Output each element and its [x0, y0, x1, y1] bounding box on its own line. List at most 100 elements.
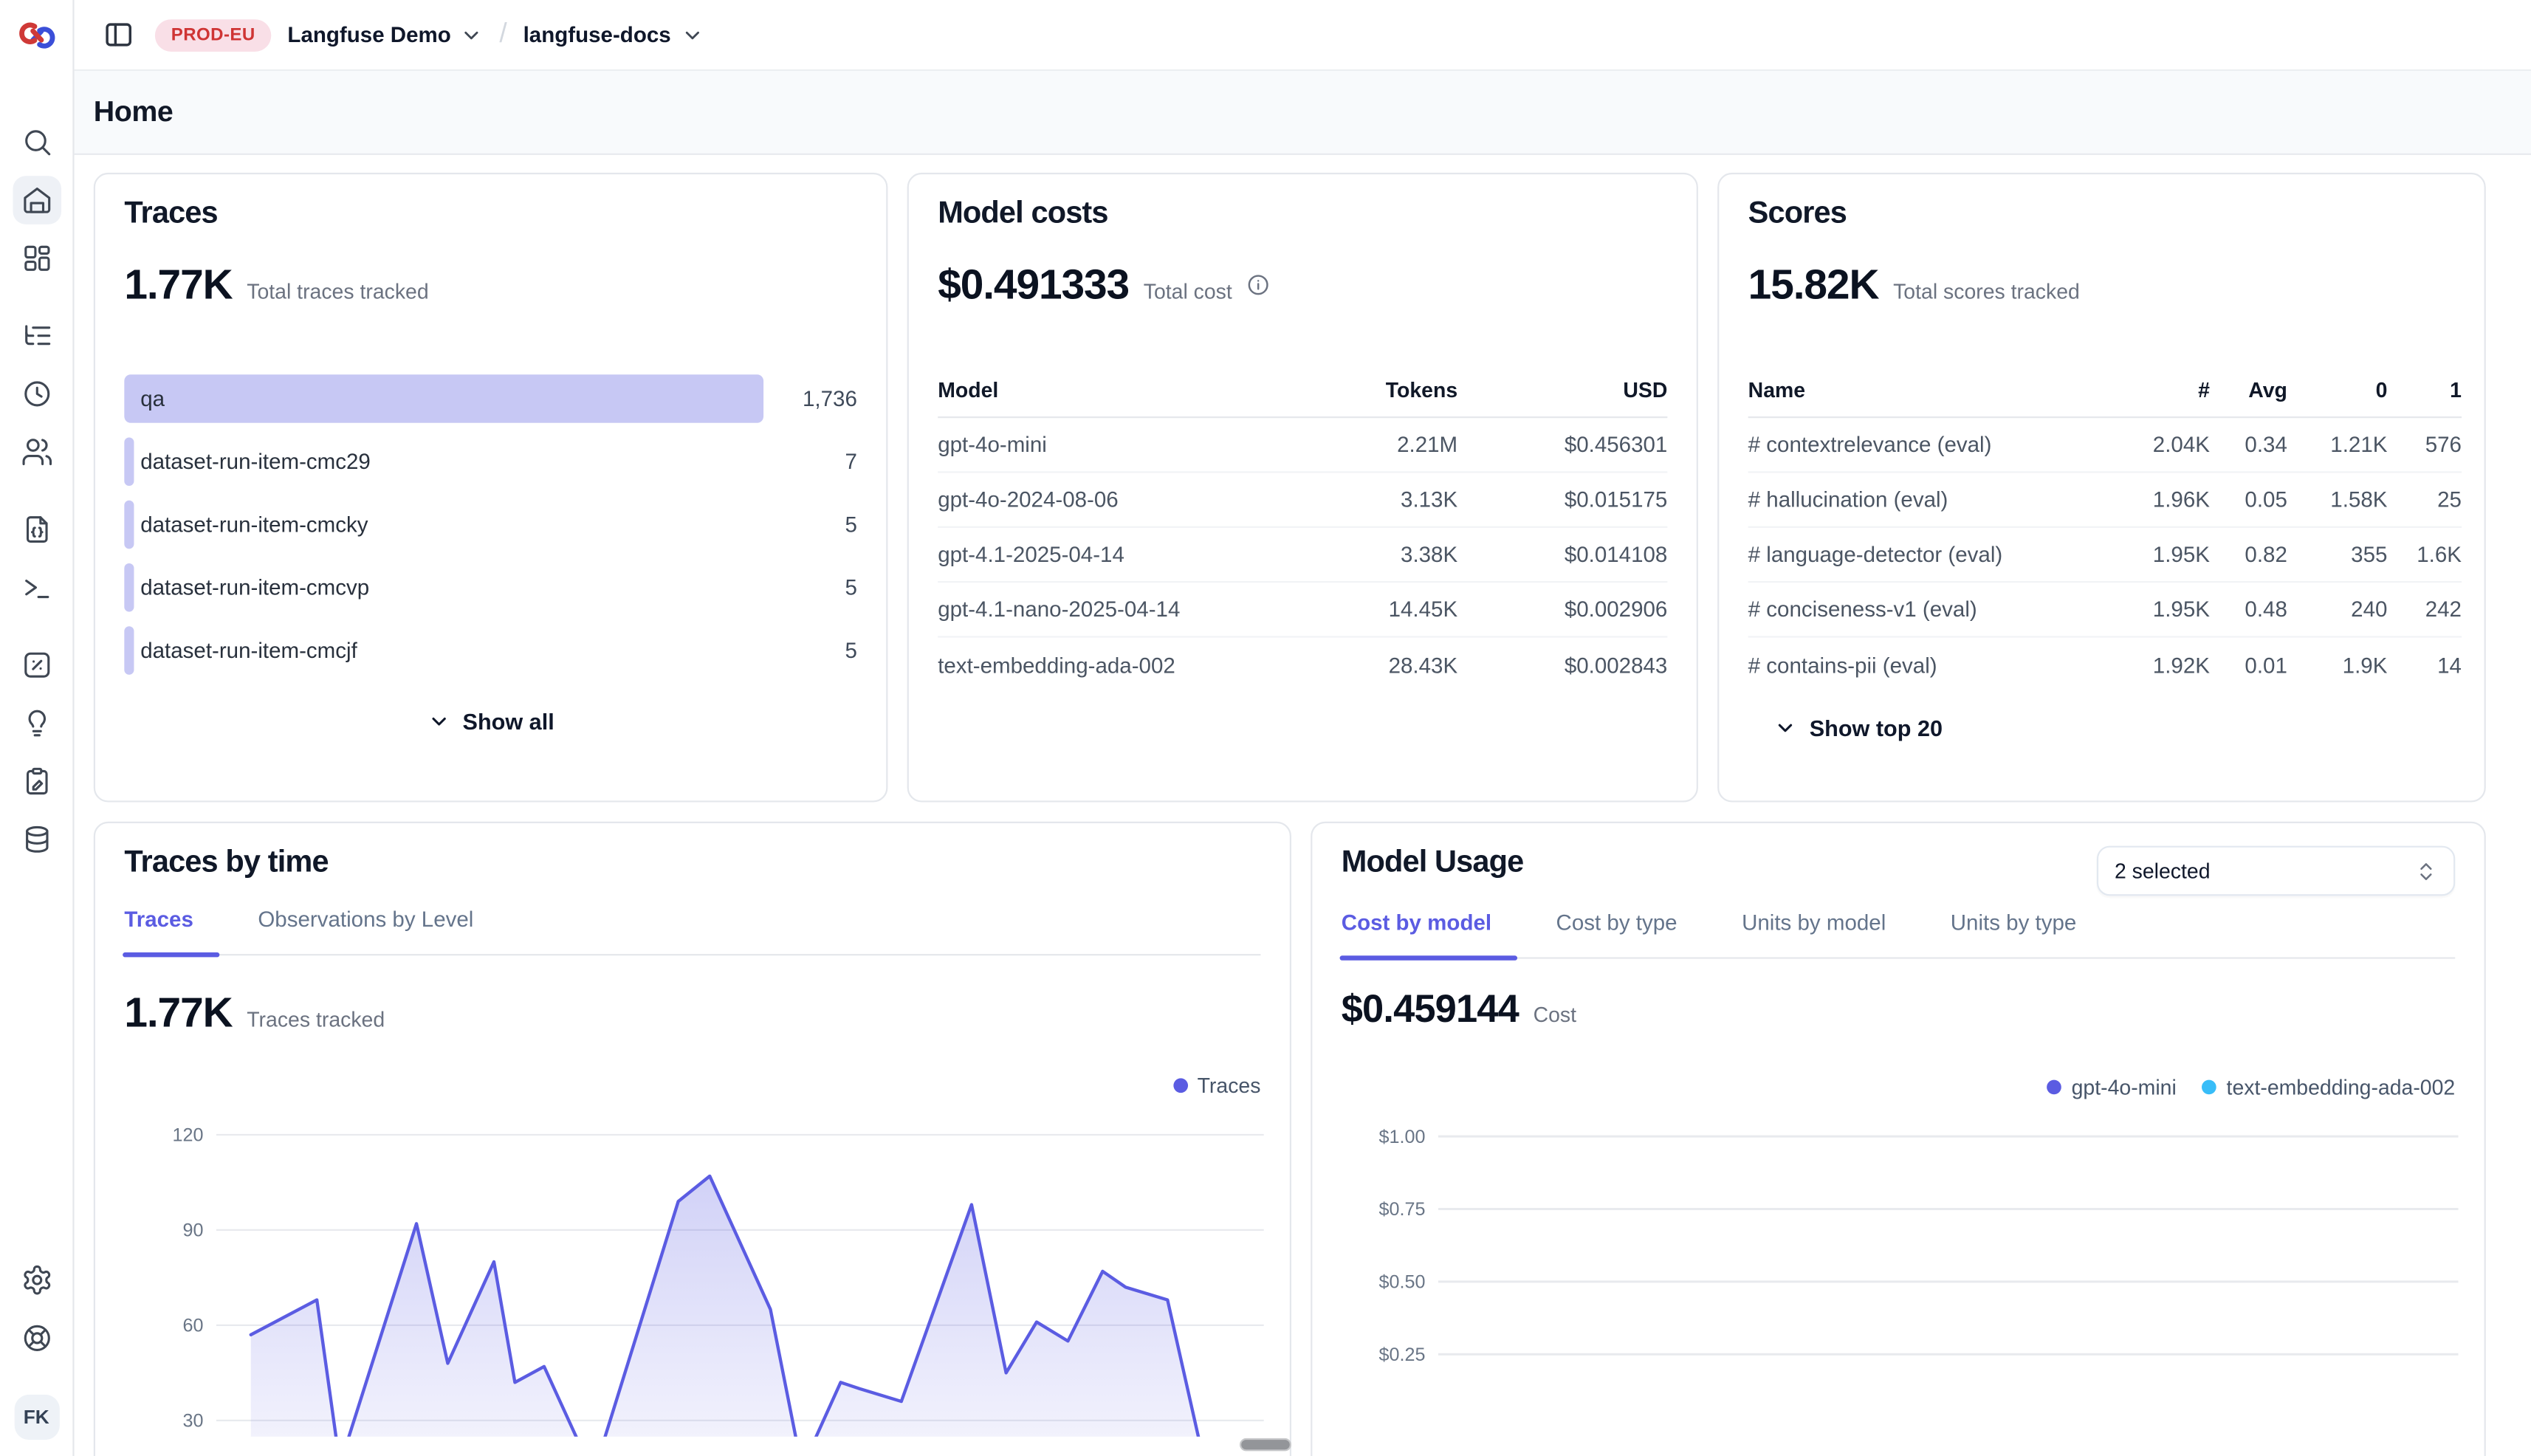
trace-name: dataset-run-item-cmcvp: [140, 575, 369, 600]
project-switcher[interactable]: langfuse-docs: [523, 23, 704, 47]
langfuse-logo[interactable]: [0, 0, 72, 71]
svg-text:60: 60: [183, 1316, 204, 1336]
table-row[interactable]: gpt-4o-2024-08-063.13K$0.015175: [938, 473, 1667, 528]
sidebar-item-support[interactable]: [12, 1314, 61, 1363]
model-select[interactable]: 2 selected: [2097, 846, 2455, 896]
show-all-button[interactable]: Show all: [124, 709, 857, 735]
langfuse-dashboard: FK PROD-EU Langfuse Demo / langfuse-docs…: [0, 0, 2531, 1456]
legend-label: Traces: [1198, 1074, 1261, 1098]
dashboard-content: Traces 1.77K Total traces tracked qa1,73…: [75, 155, 2531, 1456]
tab-cost-by-type[interactable]: Cost by type: [1556, 910, 1677, 957]
sidebar-item-annotation[interactable]: [12, 699, 61, 748]
clipboard-pen-icon: [20, 765, 52, 797]
tab-units-by-model[interactable]: Units by model: [1742, 910, 1886, 957]
trace-count: 1,736: [803, 387, 857, 411]
table-cell: # contains-pii (eval): [1748, 653, 2106, 677]
table-row[interactable]: # language-detector (eval)1.95K0.823551.…: [1748, 528, 2462, 583]
legend-item[interactable]: text-embedding-ada-002: [2202, 1075, 2455, 1099]
show-top-20-button[interactable]: Show top 20: [1748, 715, 2462, 741]
legend-dot: [2202, 1080, 2217, 1095]
list-item[interactable]: dataset-run-item-cmcky5: [124, 501, 857, 549]
sidebar-item-evaluation[interactable]: [12, 641, 61, 690]
trace-bar: [124, 626, 134, 675]
list-item[interactable]: qa 1,736: [124, 374, 857, 423]
table-cell: $0.002906: [1457, 597, 1667, 622]
chevron-down-icon: [461, 24, 484, 47]
svg-text:$0.50: $0.50: [1379, 1272, 1426, 1293]
sidebar-item-search[interactable]: [12, 118, 61, 167]
horizontal-scrollbar-thumb[interactable]: [1240, 1438, 1291, 1451]
file-code-icon: [20, 513, 52, 546]
legend-item[interactable]: Traces: [1173, 1074, 1261, 1098]
list-item[interactable]: dataset-run-item-cmc297: [124, 437, 857, 486]
sidebar: FK: [0, 0, 75, 1456]
sidebar-item-playground[interactable]: [12, 563, 61, 612]
breadcrumb-separator: /: [499, 17, 506, 49]
trace-bar-area: [124, 374, 763, 423]
sidebar-item-settings[interactable]: [12, 1256, 61, 1305]
table-cell: 1.9K: [2287, 653, 2388, 677]
panel-left-icon: [103, 19, 134, 50]
table-cell: 25: [2387, 487, 2462, 512]
show-top-20-label: Show top 20: [1810, 715, 1943, 741]
column-header: Model: [938, 378, 1280, 402]
table-cell: 2.21M: [1280, 433, 1457, 457]
sidebar-item-users[interactable]: [12, 427, 61, 476]
sidebar-toggle-button[interactable]: [97, 14, 139, 56]
sidebar-item-prompts[interactable]: [12, 505, 61, 554]
sidebar-item-datasets[interactable]: [12, 757, 61, 806]
usage-chart[interactable]: $1.00$0.75$0.50$0.25: [1342, 1102, 2455, 1388]
table-cell: 0.01: [2210, 653, 2287, 677]
environment-badge[interactable]: PROD-EU: [155, 18, 272, 51]
topbar: PROD-EU Langfuse Demo / langfuse-docs: [75, 0, 2531, 71]
table-cell: 14.45K: [1280, 597, 1457, 622]
column-header: Name: [1748, 378, 2106, 402]
chevron-down-icon: [1774, 717, 1797, 740]
table-cell: $0.014108: [1457, 543, 1667, 567]
traces-chart[interactable]: 120906030: [124, 1101, 1260, 1445]
traces-tracked-label: Traces tracked: [247, 1007, 385, 1031]
legend-label: gpt-4o-mini: [2072, 1075, 2177, 1099]
sidebar-bottom: FK: [12, 1256, 61, 1456]
tab-cost-by-model[interactable]: Cost by model: [1342, 910, 1491, 957]
percent-box-icon: [20, 649, 52, 681]
lightbulb-icon: [20, 707, 52, 740]
table-row[interactable]: # hallucination (eval)1.96K0.051.58K25: [1748, 473, 2462, 528]
sidebar-item-dashboards[interactable]: [12, 234, 61, 283]
user-avatar[interactable]: FK: [14, 1395, 59, 1440]
column-header: Avg: [2210, 378, 2287, 402]
tab-observations-by-level[interactable]: Observations by Level: [258, 907, 473, 954]
total-cost: $0.491333: [938, 260, 1129, 310]
table-row[interactable]: gpt-4.1-nano-2025-04-1414.45K$0.002906: [938, 583, 1667, 637]
table-cell: 1.96K: [2106, 487, 2210, 512]
sidebar-item-tracing[interactable]: [12, 312, 61, 360]
table-row[interactable]: # contextrelevance (eval)2.04K0.341.21K5…: [1748, 418, 2462, 473]
svg-text:$0.25: $0.25: [1379, 1345, 1426, 1365]
list-item[interactable]: dataset-run-item-cmcjf5: [124, 626, 857, 675]
org-switcher[interactable]: Langfuse Demo: [287, 23, 483, 47]
trace-name: qa: [140, 387, 165, 411]
table-cell: 1.21K: [2287, 433, 2388, 457]
table-row[interactable]: # conciseness-v1 (eval)1.95K0.48240242: [1748, 583, 2462, 637]
model-usage-tabs: Cost by model Cost by type Units by model U…: [1342, 910, 2455, 959]
table-cell: 2.04K: [2106, 433, 2210, 457]
column-header: Tokens: [1280, 378, 1457, 402]
list-item[interactable]: dataset-run-item-cmcvp 5: [124, 563, 857, 612]
table-cell: $0.456301: [1457, 433, 1667, 457]
table-row[interactable]: text-embedding-ada-00228.43K$0.002843: [938, 638, 1667, 693]
chevron-down-icon: [427, 710, 450, 733]
table-row[interactable]: # contains-pii (eval)1.92K0.011.9K14: [1748, 638, 2462, 693]
tab-units-by-type[interactable]: Units by type: [1951, 910, 2077, 957]
legend-item[interactable]: gpt-4o-mini: [2047, 1075, 2177, 1099]
sidebar-item-sessions[interactable]: [12, 370, 61, 419]
trace-count: 5: [845, 575, 856, 600]
trace-count: 5: [845, 639, 856, 663]
sidebar-item-exports[interactable]: [12, 815, 61, 864]
model-costs-title: Model costs: [938, 197, 1667, 233]
svg-text:30: 30: [183, 1411, 204, 1432]
tab-traces[interactable]: Traces: [124, 907, 193, 954]
info-icon[interactable]: [1246, 272, 1271, 297]
sidebar-item-home[interactable]: [12, 176, 61, 224]
table-row[interactable]: gpt-4o-mini2.21M$0.456301: [938, 418, 1667, 473]
table-row[interactable]: gpt-4.1-2025-04-143.38K$0.014108: [938, 528, 1667, 583]
